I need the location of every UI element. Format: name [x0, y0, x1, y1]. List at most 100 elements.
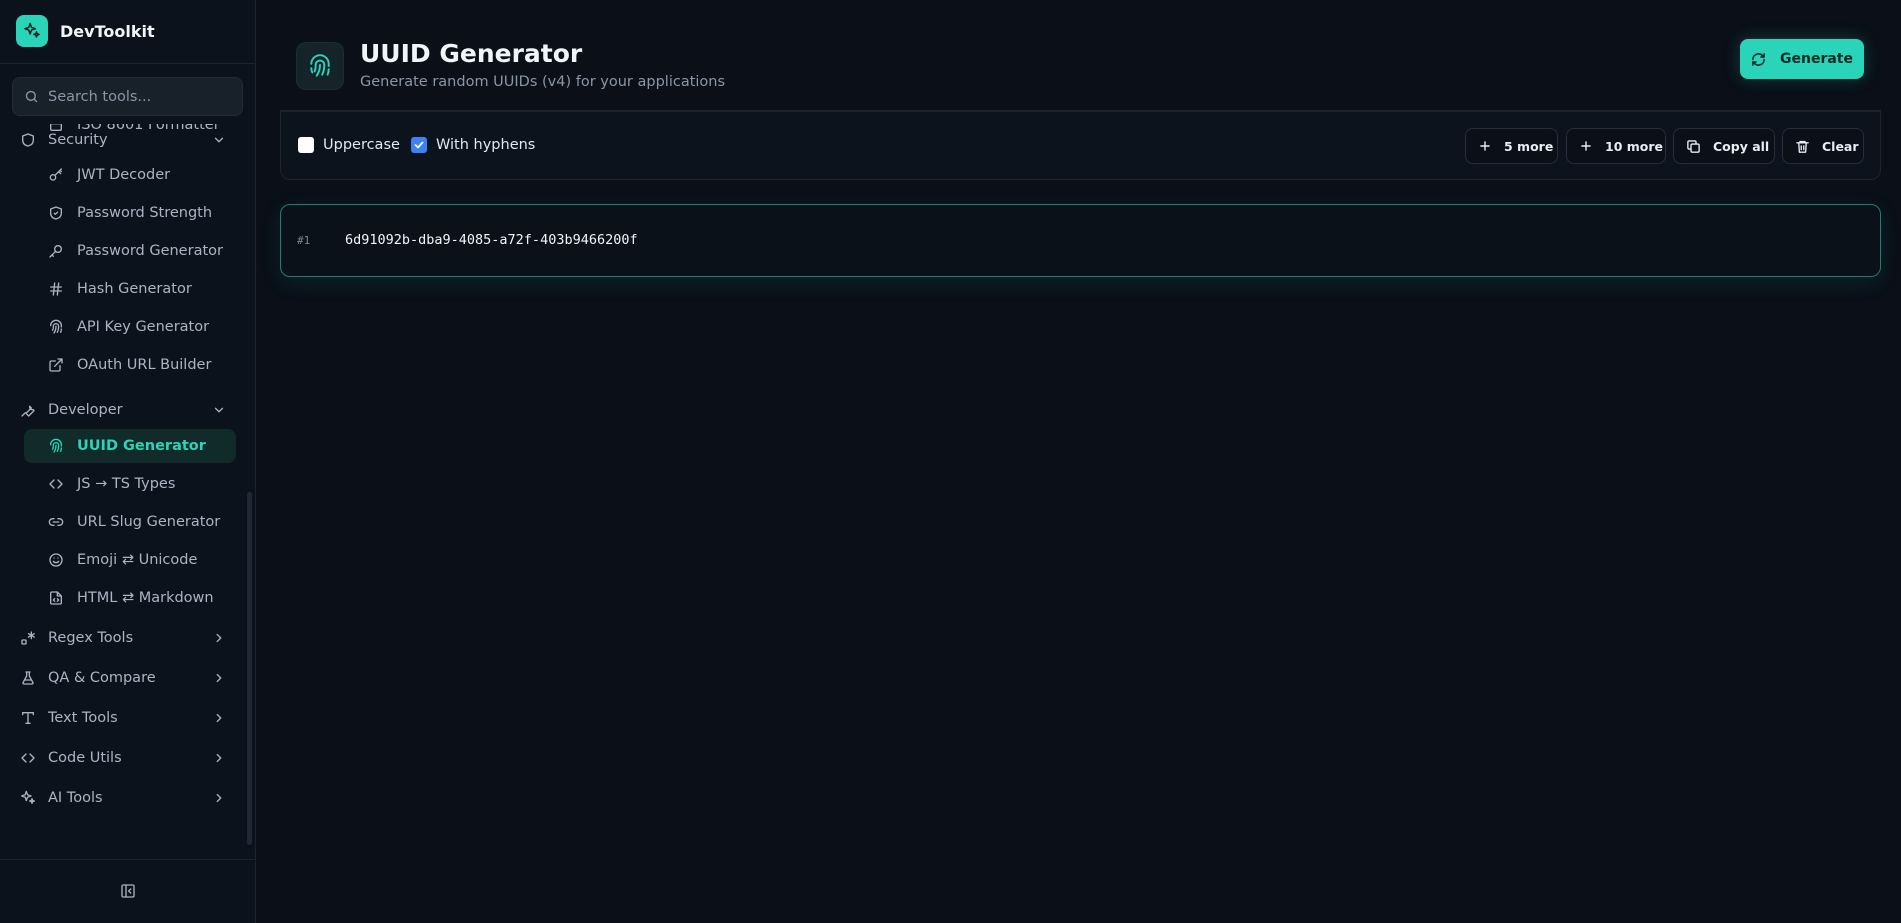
sidebar-item-password-generator[interactable]: Password Generator	[24, 234, 236, 268]
category-label: AI Tools	[48, 790, 103, 806]
copy-all-label: Copy all	[1713, 138, 1770, 154]
sidebar-item-jwt-decoder[interactable]: JWT Decoder	[24, 158, 236, 192]
search-box[interactable]	[12, 77, 243, 116]
brand[interactable]: DevToolkit	[16, 15, 155, 47]
copy-all-button[interactable]: Copy all	[1673, 128, 1775, 164]
add-5-more-button[interactable]: 5 more	[1465, 128, 1558, 164]
category-label: Text Tools	[48, 710, 118, 726]
category-label: Code Utils	[48, 750, 122, 766]
chevron-right-icon	[212, 631, 226, 645]
collapse-sidebar-button[interactable]	[120, 883, 136, 899]
page-subtitle: Generate random UUIDs (v4) for your appl…	[360, 74, 726, 90]
sidebar-item-hash-generator[interactable]: Hash Generator	[24, 272, 236, 306]
sidebar-item-password-strength[interactable]: Password Strength	[24, 196, 236, 230]
code-icon	[48, 476, 64, 492]
sidebar-item-label: Password Generator	[77, 243, 223, 259]
plus-icon	[1579, 139, 1593, 153]
page-icon-tile	[296, 42, 344, 90]
regex-icon	[20, 630, 36, 646]
plus-icon	[1478, 139, 1492, 153]
external-link-icon	[48, 357, 64, 373]
app-name: DevToolkit	[60, 21, 155, 41]
copy-icon	[1686, 139, 1701, 154]
category-label: Regex Tools	[48, 630, 134, 646]
sidebar-item-label: OAuth URL Builder	[77, 357, 212, 373]
divider	[0, 859, 255, 860]
category-ai-tools[interactable]: AI Tools	[20, 782, 226, 814]
smile-icon	[48, 552, 64, 568]
category-developer[interactable]: Developer	[20, 394, 226, 426]
sidebar-item-api-key-generator[interactable]: API Key Generator	[24, 310, 236, 344]
sparkles-logo-icon	[16, 15, 48, 47]
uppercase-label: Uppercase	[323, 137, 400, 153]
search-icon	[24, 89, 39, 104]
sidebar-item-js-ts-types[interactable]: JS → TS Types	[24, 467, 236, 501]
sidebar-item-label: Emoji ⇄ Unicode	[77, 552, 198, 568]
wrench-icon	[20, 402, 36, 418]
sidebar-item-oauth-url-builder[interactable]: OAuth URL Builder	[24, 348, 236, 382]
hash-icon	[48, 281, 64, 297]
flask-icon	[20, 670, 36, 686]
sidebar-item-label: UUID Generator	[77, 438, 206, 454]
link-icon	[48, 514, 64, 530]
options-toolbar: Uppercase With hyphens 5 more 10 more Co…	[280, 111, 1881, 180]
sidebar-scrollbar[interactable]	[247, 492, 252, 845]
sidebar-item-label: JS → TS Types	[77, 476, 176, 492]
fingerprint-icon	[48, 438, 64, 454]
fingerprint-icon	[48, 319, 64, 335]
divider	[0, 63, 255, 64]
sidebar-item-url-slug-generator[interactable]: URL Slug Generator	[24, 505, 236, 539]
clear-button[interactable]: Clear	[1782, 128, 1864, 164]
category-regex-tools[interactable]: Regex Tools	[20, 622, 226, 654]
sidebar-item-label: Password Strength	[77, 205, 213, 221]
chevron-right-icon	[212, 751, 226, 765]
add-5-more-label: 5 more	[1504, 138, 1554, 154]
chevron-right-icon	[212, 671, 226, 685]
chevron-down-icon	[212, 133, 226, 147]
hyphens-option[interactable]: With hyphens	[411, 137, 535, 153]
chevron-right-icon	[212, 711, 226, 725]
fingerprint-icon	[307, 53, 333, 79]
sidebar-item-label: JWT Decoder	[77, 167, 171, 183]
panel-left-close-icon	[120, 883, 136, 899]
uppercase-checkbox[interactable]	[298, 137, 314, 153]
category-label: QA & Compare	[48, 670, 156, 686]
nav-scroll-area[interactable]: ISO 8601 Formatter Security JWT Decoder …	[0, 124, 248, 855]
uppercase-option[interactable]: Uppercase	[298, 137, 400, 153]
shield-check-icon	[48, 205, 64, 221]
clear-label: Clear	[1822, 138, 1859, 154]
sidebar-item-label: URL Slug Generator	[77, 514, 221, 530]
category-qa-compare[interactable]: QA & Compare	[20, 662, 226, 694]
uuid-result-row[interactable]: #1 6d91092b-dba9-4085-a72f-403b9466200f	[280, 204, 1881, 277]
category-label: Security	[48, 132, 108, 148]
key-icon	[48, 167, 64, 183]
key-round-icon	[48, 243, 64, 259]
code-icon	[20, 750, 36, 766]
add-10-more-button[interactable]: 10 more	[1566, 128, 1666, 164]
uuid-value[interactable]: 6d91092b-dba9-4085-a72f-403b9466200f	[345, 232, 638, 248]
hyphens-checkbox[interactable]	[411, 137, 427, 153]
checkmark-icon	[414, 141, 424, 149]
hyphens-label: With hyphens	[436, 137, 536, 153]
type-icon	[20, 710, 36, 726]
result-index: #1	[297, 234, 311, 247]
chevron-down-icon	[212, 403, 226, 417]
sidebar-item-label: HTML ⇄ Markdown	[77, 590, 214, 606]
file-code-icon	[48, 590, 64, 606]
refresh-icon	[1751, 52, 1766, 67]
sidebar-item-html-markdown[interactable]: HTML ⇄ Markdown	[24, 581, 236, 615]
add-10-more-label: 10 more	[1605, 138, 1664, 154]
category-security[interactable]: Security	[20, 124, 226, 156]
category-code-utils[interactable]: Code Utils	[20, 742, 226, 774]
shield-icon	[20, 132, 36, 148]
category-text-tools[interactable]: Text Tools	[20, 702, 226, 734]
sidebar-item-label: Hash Generator	[77, 281, 192, 297]
sidebar-item-emoji-unicode[interactable]: Emoji ⇄ Unicode	[24, 543, 236, 577]
sidebar-item-uuid-generator[interactable]: UUID Generator	[24, 429, 236, 463]
category-label: Developer	[48, 402, 123, 418]
generate-button[interactable]: Generate	[1740, 39, 1864, 79]
search-input[interactable]	[48, 88, 238, 105]
page-title: UUID Generator	[360, 39, 583, 68]
generate-label: Generate	[1780, 51, 1853, 67]
sidebar-item-label: API Key Generator	[77, 319, 210, 335]
